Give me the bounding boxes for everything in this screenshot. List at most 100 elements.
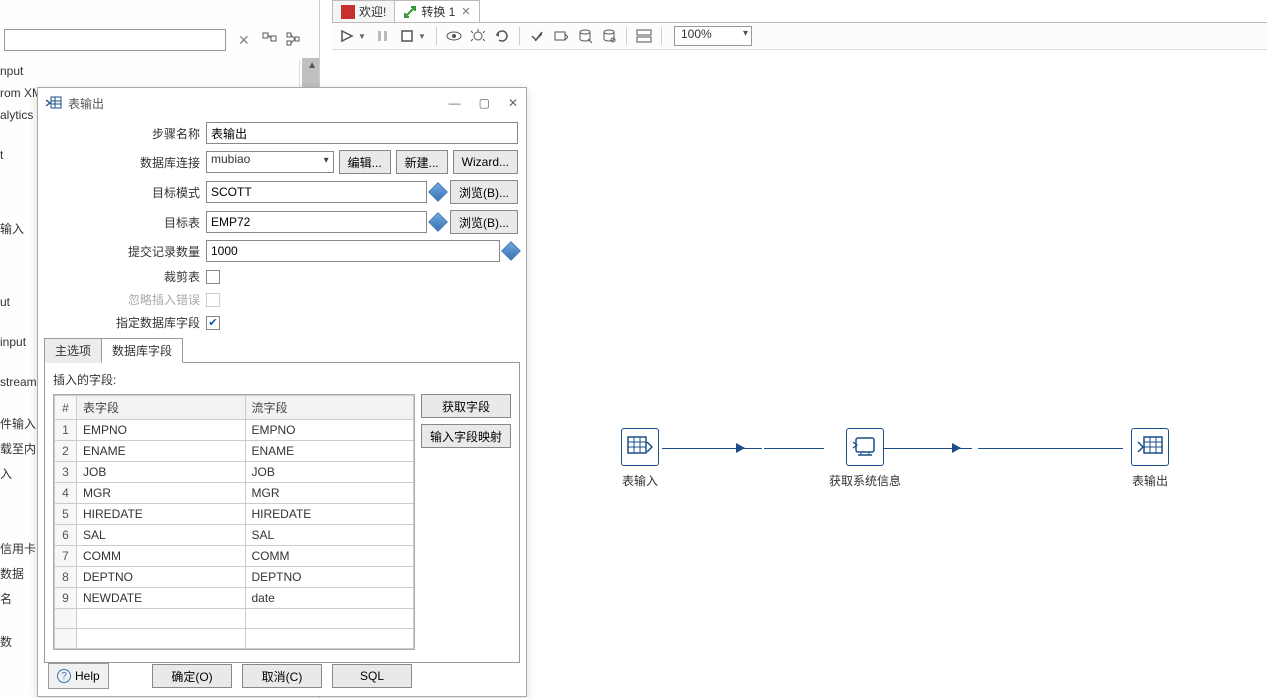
variable-icon[interactable]	[428, 182, 448, 202]
step-label: 表输入	[615, 472, 665, 489]
step-label: 表输出	[1125, 472, 1175, 489]
table-row[interactable]	[55, 609, 414, 629]
table-output-icon	[1131, 428, 1169, 466]
palette-search-input[interactable]	[4, 29, 226, 51]
db-conn-select[interactable]: mubiao	[206, 151, 334, 173]
tab-db-fields[interactable]: 数据库字段	[101, 338, 183, 363]
cancel-button[interactable]: 取消(C)	[242, 664, 322, 688]
tree-item[interactable]: nput	[0, 60, 299, 82]
sql-icon[interactable]	[574, 25, 596, 47]
zoom-value: 100%	[674, 26, 752, 46]
specify-fields-label: 指定数据库字段	[46, 314, 206, 331]
new-conn-button[interactable]: 新建...	[396, 150, 448, 174]
table-row[interactable]: 6SALSAL	[55, 525, 414, 546]
browse-schema-button[interactable]: 浏览(B)...	[450, 180, 518, 204]
dialog-titlebar[interactable]: 表输出 — ▢ ✕	[38, 88, 526, 118]
tab-transformation[interactable]: 转换 1 ✕	[394, 0, 479, 22]
transform-tab-icon	[403, 5, 417, 19]
specify-fields-checkbox[interactable]: ✔	[206, 316, 220, 330]
help-icon: ?	[57, 669, 71, 683]
col-num[interactable]: #	[55, 396, 77, 420]
system-info-icon	[846, 428, 884, 466]
editor-tabs: 欢迎! 转换 1 ✕	[332, 0, 479, 22]
table-row[interactable]: 4MGRMGR	[55, 483, 414, 504]
dialog-title: 表输出	[68, 95, 449, 112]
maximize-icon[interactable]: ▢	[479, 96, 490, 110]
browse-table-button[interactable]: 浏览(B)...	[450, 210, 518, 234]
truncate-checkbox[interactable]	[206, 270, 220, 284]
explore-db-icon[interactable]	[598, 25, 620, 47]
stop-icon[interactable]	[396, 25, 418, 47]
table-row[interactable]	[55, 629, 414, 649]
variable-icon[interactable]	[428, 212, 448, 232]
ok-button[interactable]: 确定(O)	[152, 664, 232, 688]
welcome-tab-icon	[341, 5, 355, 19]
table-row[interactable]: 7COMMCOMM	[55, 546, 414, 567]
target-schema-label: 目标模式	[46, 184, 206, 201]
fields-grid[interactable]: # 表字段 流字段 1EMPNOEMPNO2ENAMEENAME3JOBJOB4…	[53, 394, 415, 650]
col-table-field[interactable]: 表字段	[77, 396, 246, 420]
tab-main-options[interactable]: 主选项	[44, 338, 102, 363]
step-label: 获取系统信息	[825, 472, 905, 489]
hop-line[interactable]	[662, 448, 762, 449]
collapse-tree-icon[interactable]	[286, 32, 302, 48]
tab-label: 欢迎!	[359, 3, 386, 20]
truncate-label: 裁剪表	[46, 268, 206, 285]
run-dropdown-icon[interactable]: ▼	[358, 32, 366, 41]
ignore-errors-checkbox	[206, 293, 220, 307]
close-tab-icon[interactable]: ✕	[459, 5, 470, 18]
expand-tree-icon[interactable]	[262, 32, 278, 48]
verify-icon[interactable]	[526, 25, 548, 47]
table-row[interactable]: 5HIREDATEHIREDATE	[55, 504, 414, 525]
close-icon[interactable]: ✕	[508, 96, 518, 110]
dialog-footer: ? Help 确定(O) 取消(C) SQL	[38, 656, 526, 696]
step-name-label: 步骤名称	[46, 125, 206, 142]
wizard-conn-button[interactable]: Wizard...	[453, 150, 518, 174]
preview-icon[interactable]	[443, 25, 465, 47]
edit-conn-button[interactable]: 编辑...	[339, 150, 391, 174]
tab-welcome[interactable]: 欢迎!	[332, 0, 395, 22]
hop-line[interactable]	[764, 448, 824, 449]
replay-icon[interactable]	[491, 25, 513, 47]
sql-button[interactable]: SQL	[332, 664, 412, 688]
step-table-output[interactable]: 表输出	[1125, 428, 1175, 489]
ignore-errors-label: 忽略插入错误	[46, 291, 206, 308]
table-row[interactable]: 3JOBJOB	[55, 462, 414, 483]
hop-line[interactable]	[978, 448, 1123, 449]
table-row[interactable]: 8DEPTNODEPTNO	[55, 567, 414, 588]
run-icon[interactable]	[336, 25, 358, 47]
commit-size-label: 提交记录数量	[46, 243, 206, 260]
help-button[interactable]: ? Help	[48, 663, 109, 689]
target-table-input[interactable]	[206, 211, 427, 233]
pause-icon[interactable]	[372, 25, 394, 47]
table-row[interactable]: 2ENAMEENAME	[55, 441, 414, 462]
target-schema-input[interactable]	[206, 181, 427, 203]
clear-search-icon[interactable]: ✕	[234, 32, 254, 49]
show-results-icon[interactable]	[633, 25, 655, 47]
db-conn-label: 数据库连接	[46, 154, 206, 171]
step-table-input[interactable]: 表输入	[615, 428, 665, 489]
get-fields-button[interactable]: 获取字段	[421, 394, 511, 418]
variable-icon[interactable]	[501, 241, 521, 261]
zoom-select[interactable]: 100%	[668, 26, 752, 46]
table-output-dialog: 表输出 — ▢ ✕ 步骤名称 数据库连接 mubiao 编辑... 新建... …	[37, 87, 527, 697]
impact-icon[interactable]	[550, 25, 572, 47]
dialog-icon	[46, 96, 62, 110]
minimize-icon[interactable]: —	[449, 96, 461, 110]
step-get-system-info[interactable]: 获取系统信息	[825, 428, 905, 489]
stop-dropdown-icon[interactable]: ▼	[418, 32, 426, 41]
table-row[interactable]: 9NEWDATEdate	[55, 588, 414, 609]
debug-icon[interactable]	[467, 25, 489, 47]
col-stream-field[interactable]: 流字段	[245, 396, 414, 420]
hop-arrow-icon	[952, 443, 961, 453]
commit-size-input[interactable]	[206, 240, 500, 262]
hop-arrow-icon	[736, 443, 745, 453]
step-name-input[interactable]	[206, 122, 518, 144]
tab-label: 转换 1	[421, 3, 455, 20]
table-input-icon	[621, 428, 659, 466]
field-mapping-button[interactable]: 输入字段映射	[421, 424, 511, 448]
scroll-up-icon[interactable]: ▲	[307, 60, 317, 71]
table-row[interactable]: 1EMPNOEMPNO	[55, 420, 414, 441]
insert-fields-label: 插入的字段:	[53, 371, 511, 388]
fields-tab-content: 插入的字段: # 表字段 流字段 1EMPNOEMPNO2ENAMEENAME3…	[44, 363, 520, 663]
